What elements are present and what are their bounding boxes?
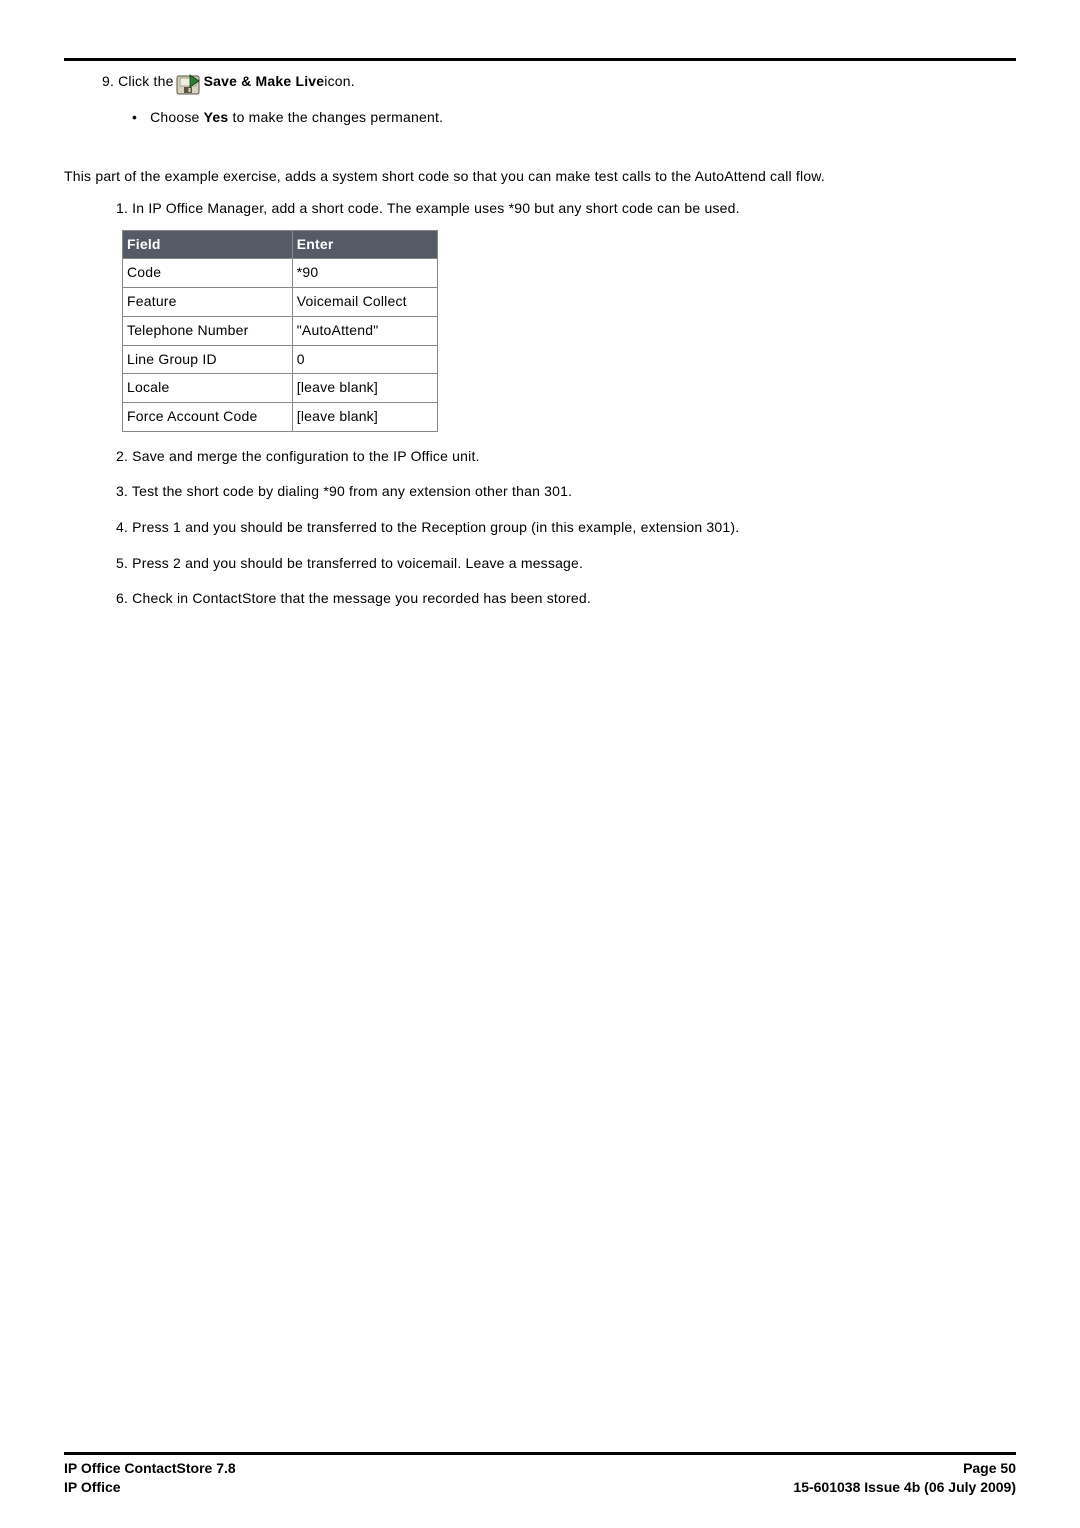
step-3: 3. Test the short code by dialing *90 fr…	[116, 481, 1016, 503]
cell-enter: "AutoAttend"	[292, 316, 437, 345]
th-field: Field	[123, 230, 293, 259]
footer-right-2: 15-601038 Issue 4b (06 July 2009)	[793, 1478, 1016, 1497]
table-header-row: Field Enter	[123, 230, 438, 259]
cell-enter: [leave blank]	[292, 374, 437, 403]
cell-field: Force Account Code	[123, 402, 293, 431]
subbullet-pre: Choose	[150, 109, 204, 125]
table-row: Code *90	[123, 259, 438, 288]
top-rule	[64, 58, 1016, 61]
numbered-steps: 1. In IP Office Manager, add a short cod…	[116, 198, 1016, 610]
cell-enter: *90	[292, 259, 437, 288]
step-9-number: 9.	[102, 71, 114, 93]
footer-right-1: Page 50	[963, 1459, 1016, 1478]
intro-paragraph: This part of the example exercise, adds …	[64, 166, 1016, 188]
step-4: 4. Press 1 and you should be transferred…	[116, 517, 1016, 539]
footer-left-2: IP Office	[64, 1478, 121, 1497]
cell-enter: Voicemail Collect	[292, 288, 437, 317]
cell-field: Locale	[123, 374, 293, 403]
table-row: Telephone Number "AutoAttend"	[123, 316, 438, 345]
subbullet-post: to make the changes permanent.	[228, 109, 443, 125]
page-content: 9. Click the Save & Make Live icon. • C	[64, 71, 1016, 610]
step-9-subbullet: • Choose Yes to make the changes permane…	[132, 107, 1016, 129]
shortcode-table: Field Enter Code *90 Feature Voicemail C…	[122, 230, 438, 432]
subbullet-bold: Yes	[204, 109, 229, 125]
cell-field: Line Group ID	[123, 345, 293, 374]
table-row: Force Account Code [leave blank]	[123, 402, 438, 431]
cell-field: Telephone Number	[123, 316, 293, 345]
step-9-bold: Save & Make Live	[204, 71, 325, 93]
cell-field: Code	[123, 259, 293, 288]
table-row: Feature Voicemail Collect	[123, 288, 438, 317]
save-make-live-icon	[176, 73, 200, 97]
bullet-dot-icon: •	[132, 107, 146, 129]
page-footer: IP Office ContactStore 7.8 Page 50 IP Of…	[64, 1452, 1016, 1497]
footer-rule	[64, 1452, 1016, 1455]
table-row: Line Group ID 0	[123, 345, 438, 374]
step-2: 2. Save and merge the configuration to t…	[116, 446, 1016, 468]
cell-enter: 0	[292, 345, 437, 374]
step-9: 9. Click the Save & Make Live icon. • C	[102, 71, 1016, 128]
cell-field: Feature	[123, 288, 293, 317]
step-9-post: icon.	[324, 71, 355, 93]
step-6: 6. Check in ContactStore that the messag…	[116, 588, 1016, 610]
th-enter: Enter	[292, 230, 437, 259]
step-1: 1. In IP Office Manager, add a short cod…	[116, 198, 1016, 220]
table-row: Locale [leave blank]	[123, 374, 438, 403]
step-5: 5. Press 2 and you should be transferred…	[116, 553, 1016, 575]
cell-enter: [leave blank]	[292, 402, 437, 431]
footer-left-1: IP Office ContactStore 7.8	[64, 1459, 236, 1478]
step-9-pre: Click the	[118, 71, 173, 93]
